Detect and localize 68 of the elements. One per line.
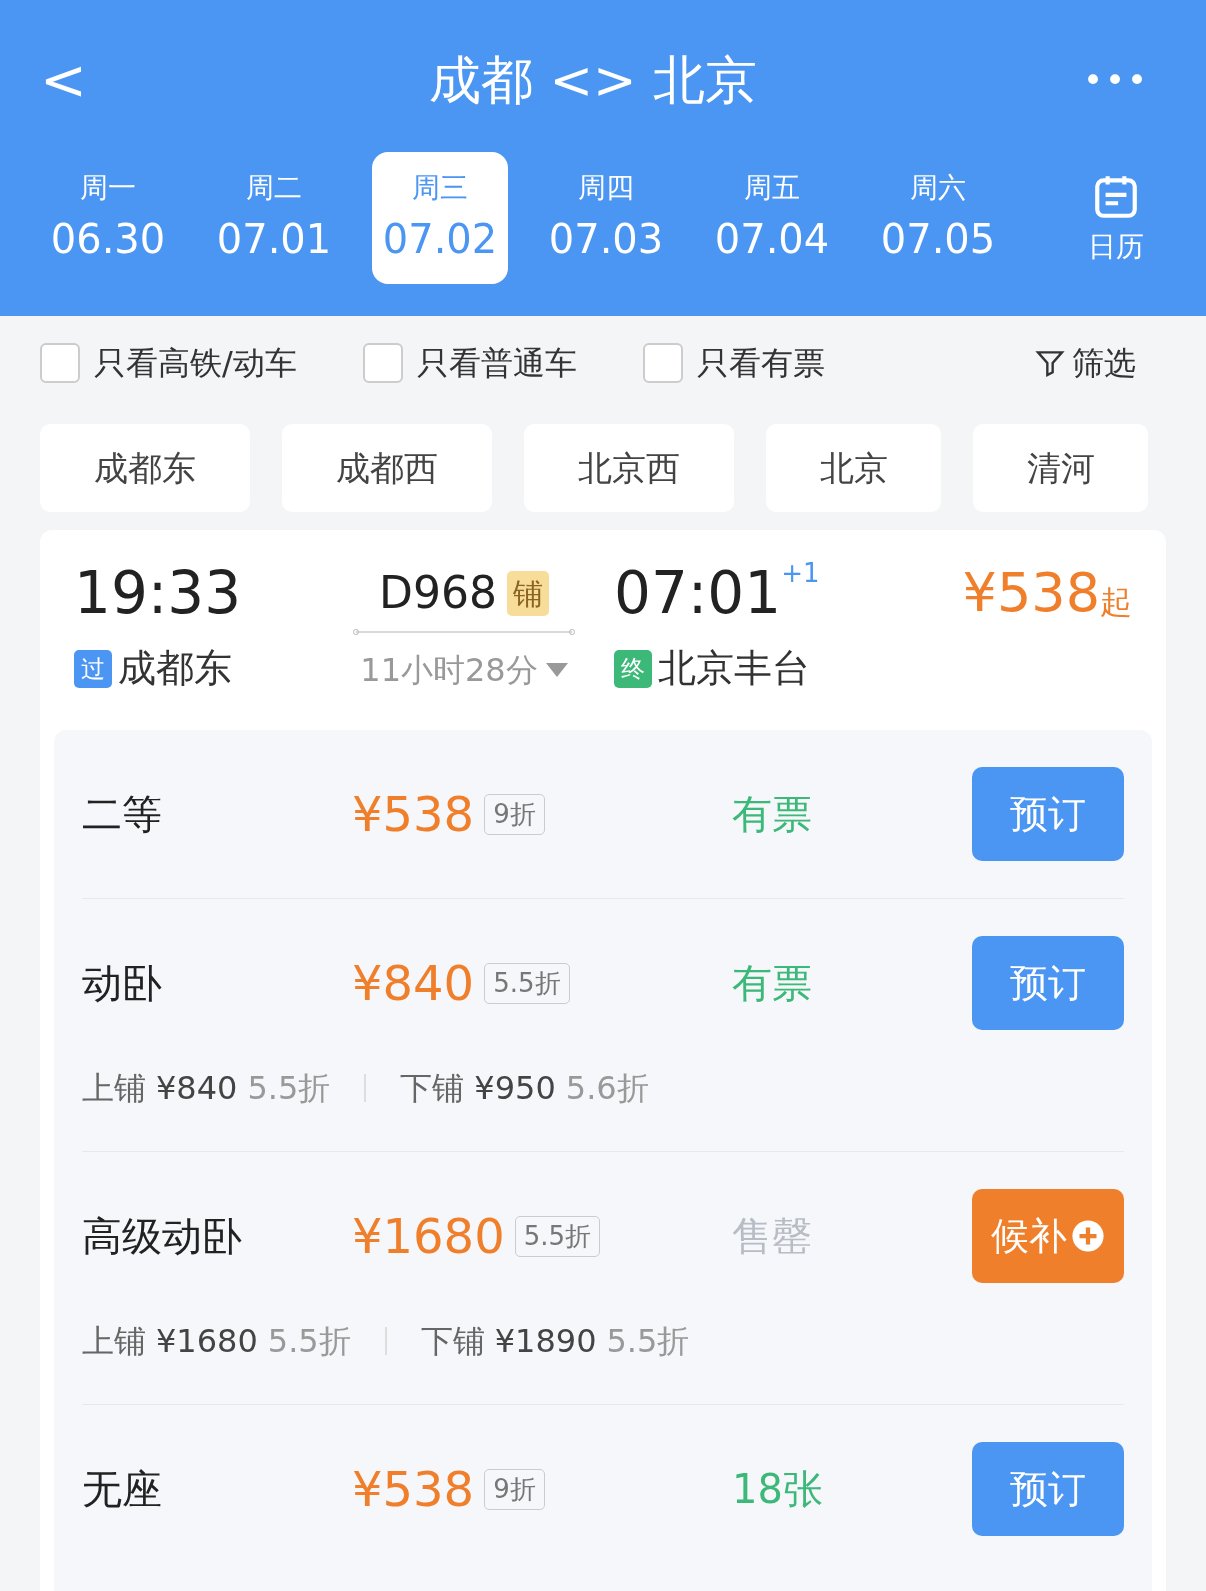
berth-label: 上铺 [82,1321,146,1362]
berth-discount: 5.6折 [565,1068,649,1109]
date-tab[interactable]: 周二 07.01 [206,152,342,284]
date-tab[interactable]: 周六 07.05 [870,152,1006,284]
checkbox[interactable] [40,343,80,383]
station-chip[interactable]: 北京 [766,424,941,512]
berth-discount: 5.5折 [606,1321,690,1362]
arrive-time: 07:01 [614,558,782,628]
terminal-tag: 终 [614,649,652,688]
back-button[interactable]: < [40,38,120,122]
discount-tag: 9折 [484,1468,545,1510]
day-offset: +1 [781,558,820,588]
date-tab[interactable]: 周三 07.02 [372,152,508,284]
berth-label: 上铺 [82,1068,146,1109]
more-button[interactable]: ••• [1066,54,1166,106]
depart-station: 成都东 [118,645,232,692]
checkbox[interactable] [642,343,683,383]
station-chip[interactable]: 清河 [973,424,1148,512]
seat-price: ¥1680 [352,1207,505,1266]
duration-toggle[interactable]: 11小时28分 [360,646,568,694]
berth-label: 下铺 [400,1068,465,1109]
station-chip[interactable]: 成都西 [282,424,492,512]
date-tab[interactable]: 周四 07.03 [538,152,674,284]
seat-price: ¥538 [352,785,475,844]
book-button[interactable]: 预订 [972,767,1124,861]
ticket-status: 18张 [732,1465,824,1514]
berth-price: ¥1680 [156,1321,258,1362]
seat-class: 无座 [82,1465,163,1514]
book-button[interactable]: 预订 [972,936,1124,1030]
discount-tag: 9折 [484,793,545,835]
berth-price: ¥950 [474,1068,556,1109]
filter-button[interactable]: 筛选 [1034,339,1136,387]
date-tab[interactable]: 周一 06.30 [40,152,176,284]
seat-class: 二等 [82,790,163,839]
caret-icon [545,663,568,677]
seat-class: 高级动卧 [82,1212,243,1261]
book-button[interactable]: 预订 [972,1442,1124,1536]
berth-price: ¥840 [156,1068,238,1109]
waitlist-button[interactable]: 候补 [972,1189,1124,1283]
window-title: 成都 <> 北京 [427,49,759,112]
berth-discount: 5.5折 [267,1321,351,1362]
filter-label: 只看普通车 [416,343,577,384]
train-number: D968 [379,566,497,620]
berth-label: 下铺 [420,1321,485,1362]
filter-label: 只看有票 [696,343,825,384]
seat-price: ¥538 [352,1460,475,1519]
seat-price: ¥840 [352,954,475,1013]
date-tab[interactable]: 周五 07.04 [704,152,840,284]
depart-time: 19:33 [74,558,243,628]
sleeper-badge: 铺 [506,570,549,616]
station-chip[interactable]: 北京西 [524,424,734,512]
plus-icon [1071,1219,1105,1253]
berth-price: ¥1890 [494,1321,597,1362]
lowest-price: ¥538 [962,560,1100,626]
calendar-button[interactable]: 日历 [1066,160,1166,280]
ticket-status: 有票 [732,959,813,1008]
discount-tag: 5.5折 [514,1215,601,1257]
via-tag: 过 [74,649,112,688]
seat-class: 动卧 [82,959,163,1008]
discount-tag: 5.5折 [484,962,570,1004]
ticket-status: 有票 [732,790,813,839]
station-chip[interactable]: 成都东 [40,424,250,512]
arrive-station: 北京丰台 [658,645,810,692]
checkbox[interactable] [362,343,403,383]
ticket-status: 售罄 [732,1212,813,1261]
price-suffix: 起 [1100,582,1132,623]
berth-discount: 5.5折 [247,1068,331,1109]
filter-label: 只看高铁/动车 [94,343,297,384]
